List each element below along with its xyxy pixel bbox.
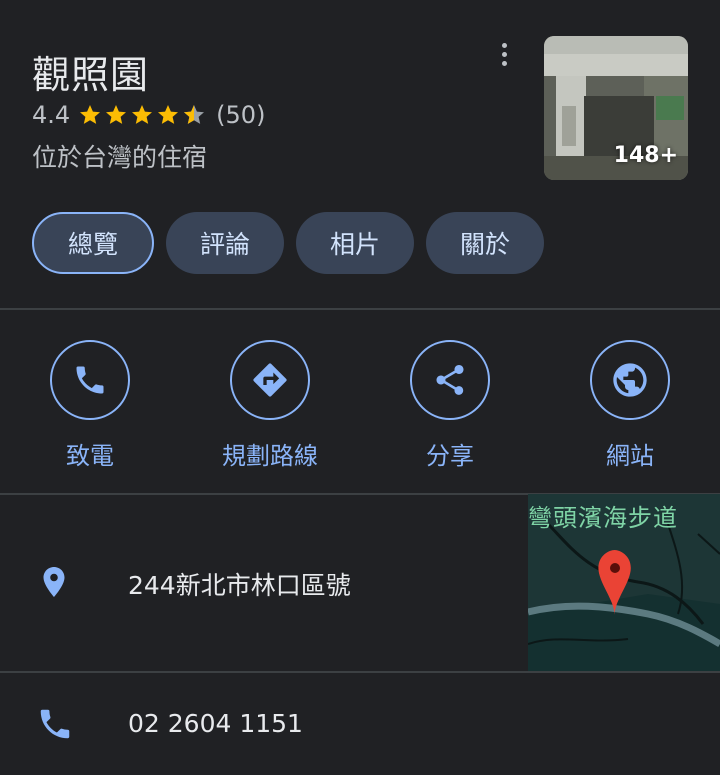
address-text: 244新北市林口區號 — [128, 571, 351, 600]
share-button[interactable]: 分享 — [375, 340, 525, 471]
phone-row[interactable]: 02 2604 1151 — [0, 673, 720, 775]
tab-about[interactable]: 關於 — [426, 212, 545, 274]
action-bar: 致電 規劃路線 分享 網站 — [0, 340, 720, 470]
call-label: 致電 — [66, 442, 114, 470]
call-button-circle — [50, 340, 130, 420]
phone-number: 02 2604 1151 — [128, 709, 303, 738]
phone-icon — [76, 366, 104, 394]
map-thumbnail[interactable]: 彎頭濱海步道 — [528, 494, 720, 671]
star-icon — [80, 105, 101, 124]
tab-overview[interactable]: 總覽 — [32, 212, 155, 274]
directions-label: 規劃路線 — [222, 442, 318, 470]
divider — [0, 308, 720, 310]
website-button-circle — [590, 340, 670, 420]
star-icon — [132, 105, 153, 124]
photo-count: 148+ — [613, 143, 678, 168]
rating-value: 4.4 — [32, 101, 71, 129]
half-star-icon — [184, 105, 205, 124]
website-button[interactable]: 網站 — [555, 340, 705, 471]
share-label: 分享 — [426, 442, 474, 470]
tab-reviews[interactable]: 評論 — [166, 212, 285, 274]
review-count: (50) — [216, 101, 266, 129]
tab-bar: 總覽 評論 相片 關於 — [32, 212, 545, 274]
directions-button[interactable]: 規劃路線 — [195, 340, 345, 471]
map-place-label: 彎頭濱海步道 — [528, 504, 678, 532]
phone-icon — [40, 709, 70, 739]
directions-icon — [253, 363, 287, 397]
rating-row[interactable]: 4.4 (50) — [32, 99, 265, 131]
share-icon — [436, 365, 464, 395]
more-options-icon[interactable] — [490, 38, 518, 70]
star-icon — [158, 105, 179, 124]
tab-photos[interactable]: 相片 — [296, 212, 415, 274]
share-button-circle — [410, 340, 490, 420]
place-title: 觀照園 — [32, 53, 150, 97]
directions-button-circle — [230, 340, 310, 420]
star-icon — [106, 105, 127, 124]
place-category: 位於台灣的住宿 — [32, 143, 208, 172]
location-pin-icon — [43, 567, 65, 597]
photo-thumbnail[interactable]: 148+ — [544, 36, 688, 180]
call-button[interactable]: 致電 — [15, 340, 165, 471]
website-label: 網站 — [606, 442, 654, 470]
globe-icon — [613, 363, 647, 397]
rating-stars — [78, 103, 208, 127]
